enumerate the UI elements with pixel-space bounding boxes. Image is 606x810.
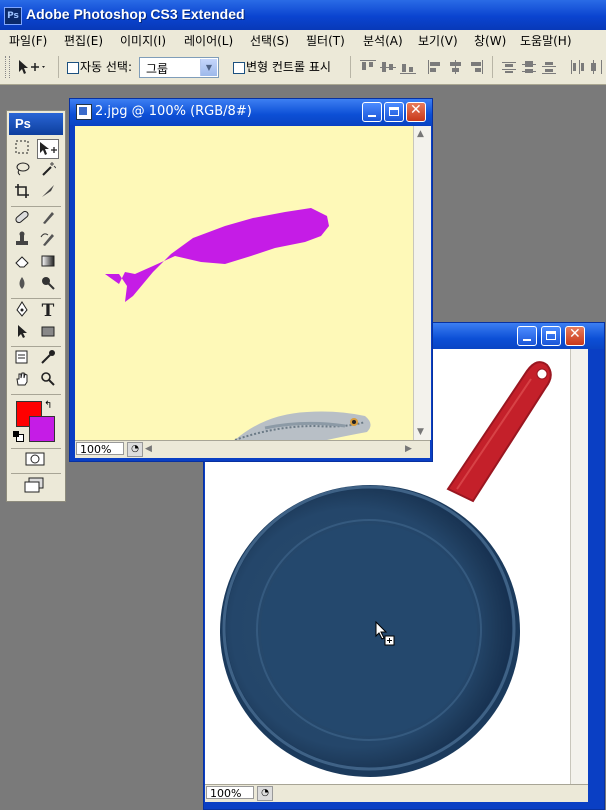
- align-horizontal-center-icon[interactable]: [448, 60, 464, 74]
- move-tool-icon[interactable]: [37, 139, 59, 159]
- zoom-tool-icon[interactable]: [37, 371, 59, 391]
- zoom-level-pan[interactable]: 100%: [206, 786, 254, 800]
- menu-window[interactable]: 창(W): [474, 32, 506, 49]
- minimize-icon[interactable]: [362, 102, 382, 122]
- default-colors-icon[interactable]: [13, 431, 24, 442]
- close-icon[interactable]: ✕: [406, 102, 426, 122]
- document-title-2jpg: 2.jpg @ 100% (RGB/8#): [95, 104, 252, 119]
- vertical-scrollbar-pan[interactable]: [570, 349, 588, 784]
- align-vertical-center-icon[interactable]: [380, 60, 396, 74]
- hand-tool-icon[interactable]: [11, 371, 33, 391]
- menu-layer[interactable]: 레이어(L): [184, 32, 233, 49]
- pen-tool-icon[interactable]: [11, 301, 33, 321]
- options-bar: 자동 선택: 그룹 ▼ 변형 컨트롤 표시: [0, 50, 606, 85]
- app-title-bar: Ps Adobe Photoshop CS3 Extended: [0, 0, 606, 30]
- minimize-icon[interactable]: [517, 326, 537, 346]
- status-info-icon[interactable]: ◔: [257, 786, 273, 801]
- type-tool-icon[interactable]: T: [37, 301, 59, 321]
- path-selection-tool-icon[interactable]: [11, 323, 33, 343]
- history-brush-tool-icon[interactable]: [37, 231, 59, 251]
- app-title: Adobe Photoshop CS3 Extended: [26, 6, 245, 22]
- auto-select-dropdown[interactable]: 그룹 ▼: [139, 57, 219, 78]
- menu-edit[interactable]: 편집(E): [64, 32, 103, 49]
- crop-tool-icon[interactable]: [11, 183, 33, 203]
- align-right-icon[interactable]: [468, 60, 484, 74]
- screen-mode-icon[interactable]: [24, 476, 46, 496]
- photoshop-app-icon: Ps: [4, 7, 22, 25]
- menu-bar: 파일(F) 편집(E) 이미지(I) 레이어(L) 선택(S) 필터(T) 분석…: [0, 30, 606, 51]
- background-color-swatch[interactable]: [29, 416, 55, 442]
- status-bar-pan: 100% ◔: [205, 784, 588, 802]
- align-top-icon[interactable]: [360, 60, 376, 74]
- status-bar-2jpg: 100% ◔ ◀ ▶: [75, 440, 430, 458]
- healing-brush-tool-icon[interactable]: [11, 209, 33, 229]
- toolbox-logo[interactable]: Ps: [9, 113, 63, 135]
- menu-analysis[interactable]: 분석(A): [363, 32, 403, 49]
- zoom-level-2jpg[interactable]: 100%: [76, 442, 124, 456]
- close-icon[interactable]: ✕: [565, 326, 585, 346]
- menu-file[interactable]: 파일(F): [9, 32, 47, 49]
- options-bar-grip[interactable]: [5, 56, 10, 78]
- vertical-scrollbar-2jpg[interactable]: ▲ ▼: [413, 126, 431, 440]
- brush-tool-icon[interactable]: [37, 209, 59, 229]
- eraser-tool-icon[interactable]: [11, 253, 33, 273]
- menu-image[interactable]: 이미지(I): [120, 32, 166, 49]
- scroll-down-icon[interactable]: ▼: [417, 427, 424, 437]
- slice-tool-icon[interactable]: [37, 183, 59, 203]
- notes-tool-icon[interactable]: [11, 349, 33, 369]
- menu-filter[interactable]: 필터(T): [306, 32, 345, 49]
- swap-colors-icon[interactable]: ↰: [44, 400, 52, 411]
- scroll-up-icon[interactable]: ▲: [417, 129, 424, 139]
- distribute-horizontal-center-icon[interactable]: [590, 60, 606, 74]
- auto-select-value: 그룹: [146, 62, 169, 76]
- maximize-icon[interactable]: [384, 102, 404, 122]
- scroll-right-icon[interactable]: ▶: [405, 444, 412, 454]
- menu-help[interactable]: 도움말(H): [520, 32, 572, 49]
- rectangle-tool-icon[interactable]: [37, 323, 59, 343]
- gradient-tool-icon[interactable]: [37, 253, 59, 273]
- maximize-icon[interactable]: [541, 326, 561, 346]
- chevron-down-icon[interactable]: ▼: [200, 59, 217, 76]
- scroll-left-icon[interactable]: ◀: [145, 444, 152, 454]
- auto-select-checkbox[interactable]: [67, 62, 79, 74]
- document-window-2jpg: 2.jpg @ 100% (RGB/8#) ✕ ▲ ▼ 100% ◔ ◀ ▶: [69, 98, 433, 462]
- eyedropper-tool-icon[interactable]: [37, 349, 59, 369]
- menu-select[interactable]: 선택(S): [250, 32, 289, 49]
- align-left-icon[interactable]: [428, 60, 444, 74]
- dodge-tool-icon[interactable]: [37, 275, 59, 295]
- distribute-vertical-center-icon[interactable]: [522, 60, 538, 74]
- document-icon: [76, 104, 92, 120]
- menu-view[interactable]: 보기(V): [418, 32, 458, 49]
- fish-silhouette-image: [105, 208, 371, 440]
- align-bottom-icon[interactable]: [400, 60, 416, 74]
- move-tool-preset-icon[interactable]: [16, 58, 45, 76]
- status-info-icon[interactable]: ◔: [127, 442, 143, 457]
- distribute-left-icon[interactable]: [570, 60, 586, 74]
- toolbox-panel: Ps T ↰: [6, 110, 66, 502]
- move-cursor-icon: [375, 621, 395, 646]
- transform-controls-checkbox[interactable]: [233, 62, 245, 74]
- marquee-tool-icon[interactable]: [11, 139, 33, 159]
- transform-controls-label: 변형 컨트롤 표시: [246, 60, 331, 74]
- quick-mask-mode-icon[interactable]: [24, 451, 46, 471]
- auto-select-label: 자동 선택:: [80, 60, 133, 74]
- distribute-top-icon[interactable]: [502, 60, 518, 74]
- blur-tool-icon[interactable]: [11, 275, 33, 295]
- lasso-tool-icon[interactable]: [11, 161, 33, 181]
- document-canvas-2jpg[interactable]: [75, 126, 413, 440]
- distribute-bottom-icon[interactable]: [542, 60, 558, 74]
- magic-wand-tool-icon[interactable]: [37, 161, 59, 181]
- clone-stamp-tool-icon[interactable]: [11, 231, 33, 251]
- document-title-bar-2jpg[interactable]: 2.jpg @ 100% (RGB/8#) ✕: [70, 99, 432, 125]
